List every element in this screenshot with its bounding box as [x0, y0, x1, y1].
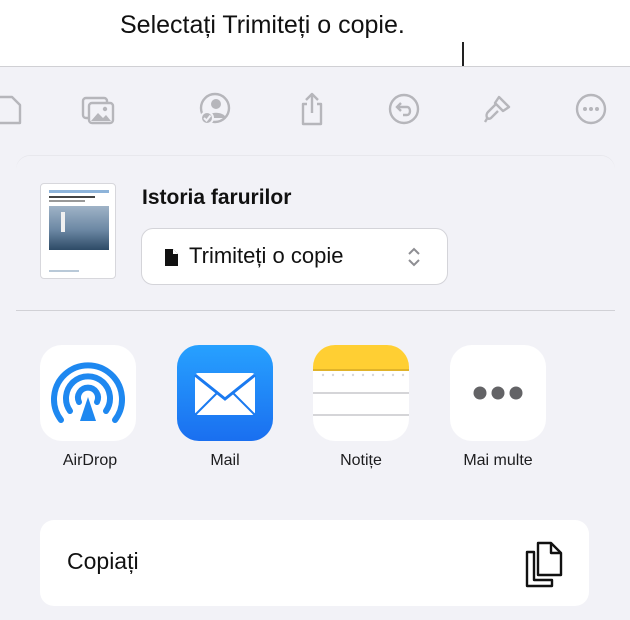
divider — [16, 310, 615, 311]
copy-icon — [525, 541, 563, 588]
document-title: Istoria farurilor — [142, 186, 292, 209]
airdrop-label: AirDrop — [62, 452, 118, 469]
undo-icon[interactable] — [384, 89, 424, 129]
chevron-up-down-icon — [408, 247, 420, 267]
airdrop-button[interactable] — [40, 345, 136, 441]
file-icon — [165, 249, 178, 266]
more-apps-label: Mai multe — [463, 452, 533, 469]
send-copy-selector[interactable]: Trimiteți o copie — [141, 228, 448, 285]
notes-label: Notițe — [340, 452, 382, 469]
document-thumbnail — [40, 183, 116, 279]
copy-label: Copiați — [67, 548, 139, 574]
mail-label: Mail — [210, 452, 240, 469]
notes-icon — [313, 345, 409, 416]
format-brush-icon[interactable] — [477, 89, 517, 129]
popover-arrow — [301, 140, 331, 156]
share-sheet: Istoria farurilor Trimiteți o copie AirD… — [16, 156, 615, 620]
collaborate-icon[interactable] — [195, 89, 235, 129]
send-copy-label: Trimiteți o copie — [189, 243, 344, 268]
document-icon[interactable] — [0, 89, 28, 129]
media-icon[interactable] — [78, 89, 118, 129]
copy-action-row[interactable]: Copiați — [40, 520, 589, 606]
notes-button[interactable] — [313, 345, 409, 441]
airdrop-icon — [51, 362, 125, 423]
more-icon[interactable] — [571, 89, 611, 129]
mail-icon — [194, 373, 256, 416]
mail-button[interactable] — [177, 345, 273, 441]
more-apps-button[interactable] — [450, 345, 546, 441]
more-dots-icon — [473, 386, 523, 400]
share-icon[interactable] — [292, 89, 332, 129]
callout-text: Selectați Trimiteți o copie. — [120, 11, 405, 39]
